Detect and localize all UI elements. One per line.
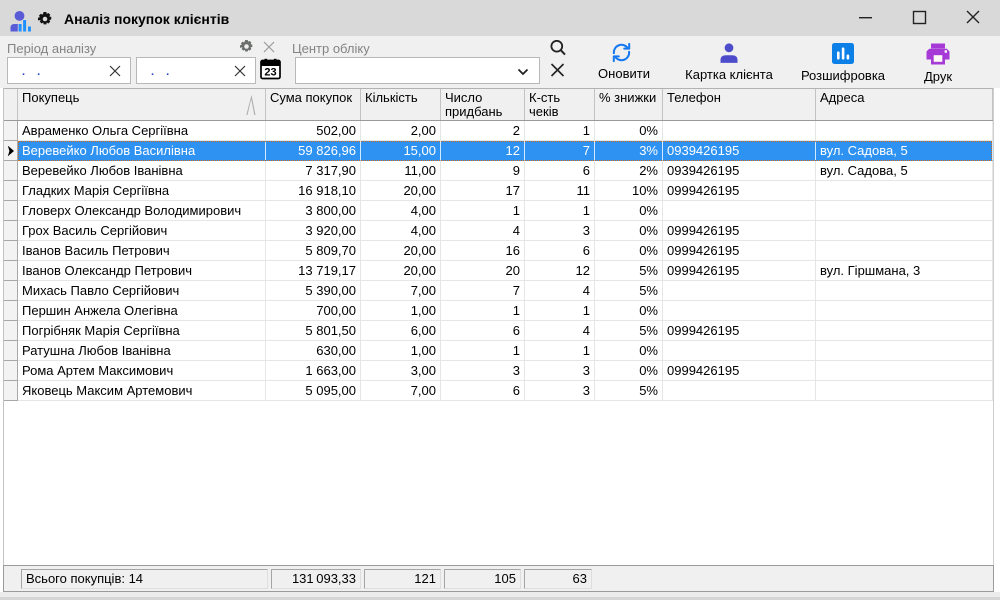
- svg-text:23: 23: [264, 67, 276, 79]
